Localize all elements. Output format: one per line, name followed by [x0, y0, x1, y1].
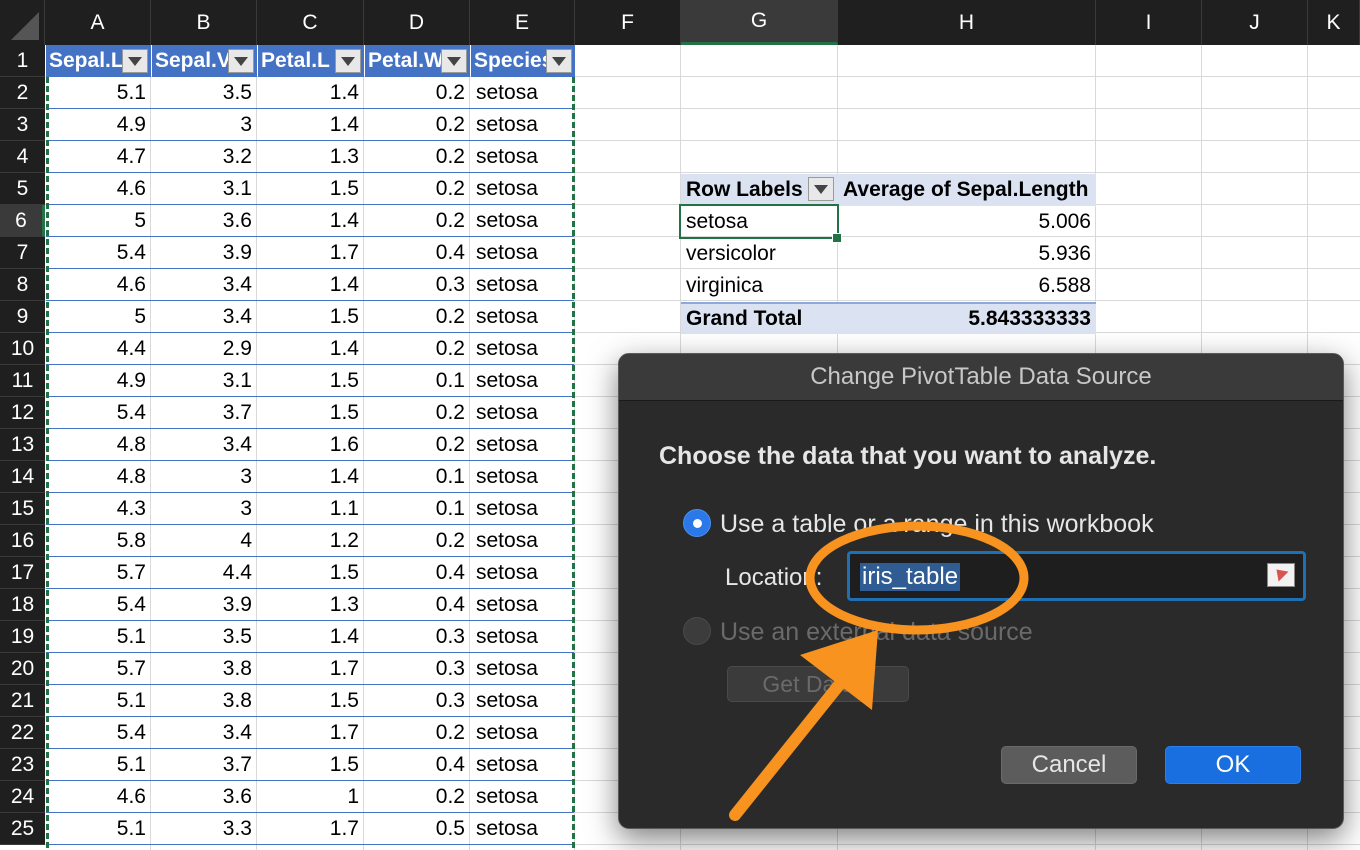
column-header-f[interactable]: F	[575, 0, 681, 45]
location-label: Location:	[725, 564, 823, 591]
filter-dropdown-icon	[552, 56, 566, 66]
pivot-row-value[interactable]: 6.588	[838, 270, 1096, 302]
column-header-h[interactable]: H	[838, 0, 1096, 45]
row-header-18[interactable]: 18	[0, 589, 45, 621]
row-header-6[interactable]: 6	[0, 205, 45, 237]
ok-label: OK	[1215, 751, 1251, 778]
dialog-titlebar[interactable]: Change PivotTable Data Source	[619, 354, 1343, 401]
dialog-title: Change PivotTable Data Source	[810, 363, 1152, 390]
row-header-7[interactable]: 7	[0, 237, 45, 269]
column-header-e[interactable]: E	[470, 0, 575, 45]
dialog-heading: Choose the data that you want to analyze…	[659, 442, 1157, 470]
pivot-filter-button[interactable]	[808, 177, 834, 201]
column-header-i[interactable]: I	[1096, 0, 1202, 45]
pivot-row-value[interactable]: 5.006	[838, 206, 1096, 238]
spreadsheet: ABCDEFGHIJK 1 2 3 4 5 6 7 8 9 10 11 12 13 14 15 16 17 18 1…	[0, 0, 1360, 850]
row-header-20[interactable]: 20	[0, 653, 45, 685]
pivot-grand-total-label[interactable]: Grand Total	[681, 302, 838, 334]
row-header-23[interactable]: 23	[0, 749, 45, 781]
filter-dropdown-icon	[234, 56, 248, 66]
row-header-3[interactable]: 3	[0, 109, 45, 141]
row-header-9[interactable]: 9	[0, 301, 45, 333]
row-header-16[interactable]: 16	[0, 525, 45, 557]
row-header-22[interactable]: 22	[0, 717, 45, 749]
location-input-value: iris_table	[860, 563, 961, 591]
table-filter-button[interactable]	[335, 49, 361, 73]
table-header-text: Species	[474, 49, 554, 72]
table-filter-button[interactable]	[228, 49, 254, 73]
option-use-table-label[interactable]: Use a table or a range in this workbook	[720, 510, 1154, 539]
pivot-value-header[interactable]: Average of Sepal.Length	[838, 174, 1096, 206]
row-header-25[interactable]: 25	[0, 813, 45, 845]
radio-use-external[interactable]	[683, 617, 711, 645]
row-header-15[interactable]: 15	[0, 493, 45, 525]
table-header-text: Petal.W	[368, 49, 444, 72]
table-header-text: Petal.L	[261, 49, 330, 72]
row-header-12[interactable]: 12	[0, 397, 45, 429]
pivot-grand-total-value[interactable]: 5.843333333	[838, 302, 1096, 334]
option-use-external-label[interactable]: Use an external data source	[720, 618, 1033, 647]
filter-dropdown-icon	[447, 56, 461, 66]
get-data-label: Get Data...	[762, 670, 874, 697]
row-header-11[interactable]: 11	[0, 365, 45, 397]
filter-dropdown-icon	[814, 184, 828, 194]
pivot-row-label[interactable]: virginica	[681, 270, 838, 302]
cancel-label: Cancel	[1031, 751, 1107, 778]
get-data-button[interactable]: Get Data...	[727, 666, 909, 702]
row-header-8[interactable]: 8	[0, 269, 45, 301]
column-header-k[interactable]: K	[1308, 0, 1360, 45]
column-header-j[interactable]: J	[1202, 0, 1308, 45]
column-header-c[interactable]: C	[257, 0, 364, 45]
pivot-grand-total-number: 5.843333333	[968, 307, 1091, 330]
row-header-24[interactable]: 24	[0, 781, 45, 813]
column-header-a[interactable]: A	[45, 0, 151, 45]
row-header-17[interactable]: 17	[0, 557, 45, 589]
select-all-triangle-icon	[11, 12, 39, 40]
table-filter-button[interactable]	[122, 49, 148, 73]
pivot-row-labels-text: Row Labels	[686, 178, 803, 201]
row-header-2[interactable]: 2	[0, 77, 45, 109]
row-header-14[interactable]: 14	[0, 461, 45, 493]
filter-dropdown-icon	[128, 56, 142, 66]
cancel-button[interactable]: Cancel	[1001, 746, 1137, 784]
column-header-b[interactable]: B	[151, 0, 257, 45]
row-header-1[interactable]: 1	[0, 45, 45, 77]
fill-handle[interactable]	[832, 233, 842, 243]
radio-use-table[interactable]	[683, 509, 711, 537]
row-header-13[interactable]: 13	[0, 429, 45, 461]
pivot-grand-total-text: Grand Total	[686, 307, 803, 330]
table-filter-button[interactable]	[546, 49, 572, 73]
filter-dropdown-icon	[341, 56, 355, 66]
pivot-row-value[interactable]: 5.936	[838, 238, 1096, 270]
copy-marquee	[46, 77, 575, 850]
row-header-21[interactable]: 21	[0, 685, 45, 717]
row-header-10[interactable]: 10	[0, 333, 45, 365]
collapse-dialog-button[interactable]	[1267, 563, 1295, 587]
column-header-g[interactable]: G	[681, 0, 838, 45]
row-header-19[interactable]: 19	[0, 621, 45, 653]
ok-button[interactable]: OK	[1165, 746, 1301, 784]
range-select-arrow-icon	[1271, 564, 1289, 582]
row-header-4[interactable]: 4	[0, 141, 45, 173]
pivot-value-header-text: Average of Sepal.Length	[843, 178, 1089, 201]
pivot-row-label[interactable]: versicolor	[681, 238, 838, 270]
radio-selected-dot-icon	[693, 519, 702, 528]
table-filter-button[interactable]	[441, 49, 467, 73]
location-input[interactable]: iris_table	[847, 551, 1306, 601]
select-all-corner[interactable]	[0, 0, 45, 45]
active-cell-border	[679, 204, 839, 239]
table-header-text: Sepal.V	[155, 49, 231, 72]
change-pivottable-data-source-dialog: Change PivotTable Data Source Choose the…	[618, 353, 1344, 829]
row-header-5[interactable]: 5	[0, 173, 45, 205]
column-header-d[interactable]: D	[364, 0, 470, 45]
table-header-text: Sepal.L	[49, 49, 124, 72]
